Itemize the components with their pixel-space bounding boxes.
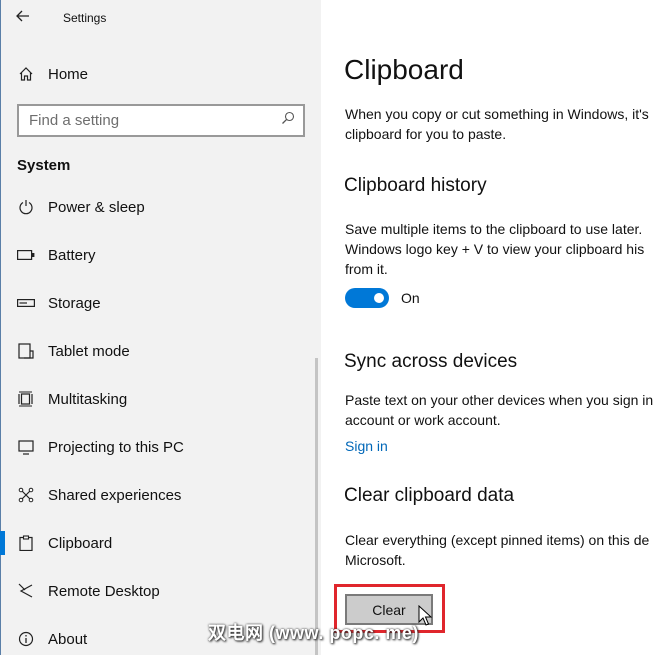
sidebar-item-tablet-mode[interactable]: Tablet mode [0,327,321,375]
clear-data-heading: Clear clipboard data [344,485,515,506]
sidebar-item-storage[interactable]: Storage [0,279,321,327]
sidebar-item-label: Power & sleep [48,198,145,216]
back-arrow-icon [16,9,30,27]
history-text-line-3: from it. [345,261,388,277]
toggle-knob [374,293,384,303]
sidebar-item-label: Home [48,65,89,83]
sidebar-item-label: Multitasking [48,390,128,408]
toggle-state-label: On [401,290,420,306]
watermark: 双电网 (www. popc. me) [208,623,419,643]
intro-text-line-2: clipboard for you to paste. [345,126,507,142]
sidebar-scrollbar[interactable] [315,358,318,655]
sidebar-item-shared-experiences[interactable]: Shared experiences [0,471,321,519]
sidebar-item-label: About [48,630,88,648]
sync-text-line-2: account or work account. [345,412,501,428]
about-icon [17,630,35,648]
sidebar-item-label: Clipboard [48,534,113,552]
section-title: System [17,157,71,174]
power-icon [17,198,35,216]
multitasking-icon [17,390,35,408]
back-button[interactable] [0,0,46,36]
home-icon [17,65,35,83]
sidebar-item-multitasking[interactable]: Multitasking [0,375,321,423]
clipboard-icon [17,534,35,552]
clipboard-history-toggle[interactable] [345,288,389,308]
sidebar-item-label: Shared experiences [48,486,182,504]
sidebar-item-remote-desktop[interactable]: Remote Desktop [0,567,321,615]
sidebar: Settings Home System Power & sleep Batte… [0,0,321,655]
search-box[interactable] [17,104,305,137]
sidebar-item-label: Projecting to this PC [48,438,184,456]
shared-experiences-icon [17,486,35,504]
window-title: Settings [63,11,107,25]
remote-desktop-icon [17,582,35,600]
title-bar: Settings [0,0,321,36]
sidebar-item-label: Tablet mode [48,342,130,360]
sidebar-item-projecting[interactable]: Projecting to this PC [0,423,321,471]
clear-text-line-2: Microsoft. [345,552,406,568]
history-text-line-2: Windows logo key + V to view your clipbo… [345,241,645,257]
sidebar-item-label: Storage [48,294,101,312]
search-input[interactable] [29,112,269,129]
clear-text-line-1: Clear everything (except pinned items) o… [345,532,650,548]
history-text-line-1: Save multiple items to the clipboard to … [345,221,643,237]
sidebar-item-label: Remote Desktop [48,582,160,600]
main-content: Clipboard When you copy or cut something… [321,0,670,655]
battery-icon [17,246,35,264]
sidebar-item-power-sleep[interactable]: Power & sleep [0,183,321,231]
sidebar-item-clipboard[interactable]: Clipboard [0,519,321,567]
mouse-cursor-icon [418,604,433,632]
search-icon[interactable] [281,111,295,130]
tablet-mode-icon [17,342,35,360]
sign-in-link[interactable]: Sign in [345,438,388,454]
sync-heading: Sync across devices [344,351,518,372]
page-title: Clipboard [344,54,464,85]
sidebar-item-battery[interactable]: Battery [0,231,321,279]
clipboard-history-heading: Clipboard history [344,175,487,196]
sidebar-item-home[interactable]: Home [0,56,321,92]
storage-icon [17,294,35,312]
sidebar-item-label: Battery [48,246,96,264]
clipboard-history-toggle-row: On [345,288,420,308]
projecting-icon [17,438,35,456]
sidebar-nav: Power & sleep Battery Storage Tablet mod… [0,183,321,655]
intro-text-line-1: When you copy or cut something in Window… [345,106,649,122]
sync-text-line-1: Paste text on your other devices when yo… [345,392,654,408]
